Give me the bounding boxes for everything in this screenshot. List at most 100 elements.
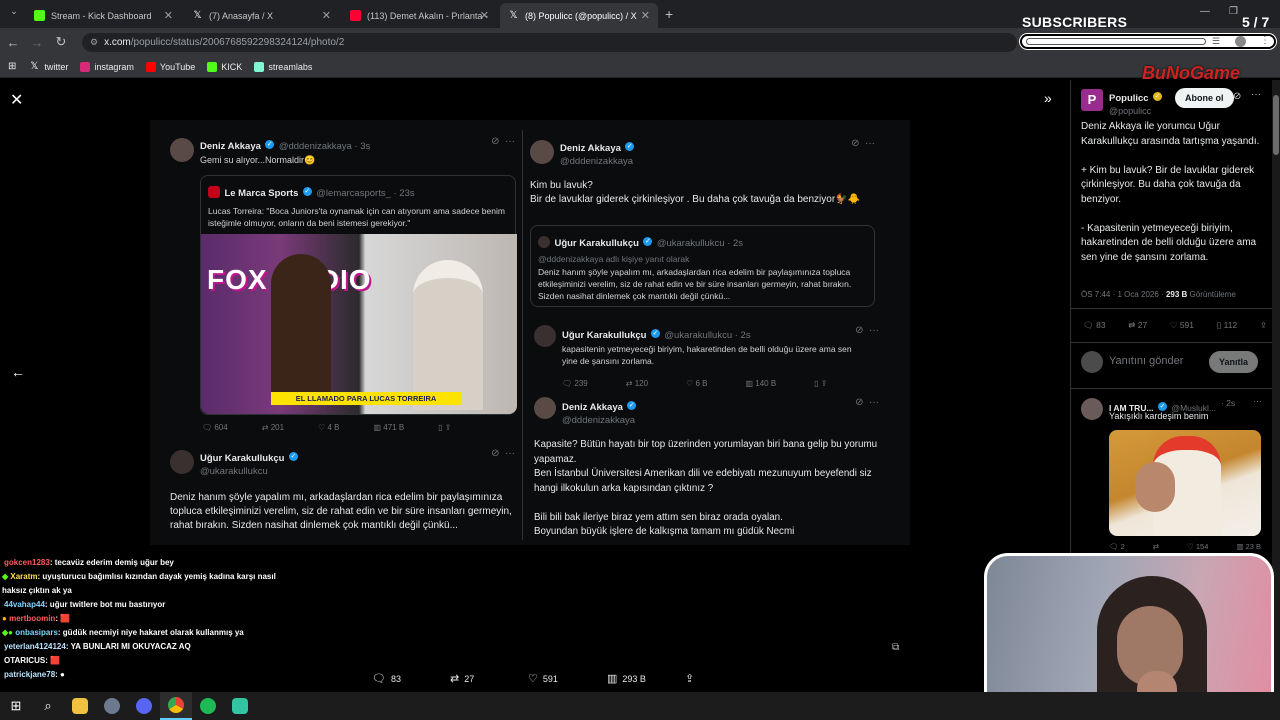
previous-photo-icon[interactable]: ← xyxy=(11,364,25,380)
expand-panel-icon[interactable]: » xyxy=(1044,90,1052,106)
like-button[interactable]: ♡ 591 xyxy=(1170,320,1194,331)
bookmark-kick[interactable]: KICK xyxy=(207,61,242,72)
tweet-ugur-1: Uğur Karakullukçu ✓ @ukarakullukcu ⊘ ···… xyxy=(170,448,515,533)
reply-input[interactable]: Yanıtını gönder xyxy=(1109,355,1183,367)
repost-button[interactable]: ⇄ 27 xyxy=(450,672,474,685)
tweet-deniz-2: Deniz Akkaya ✓ @dddenizakkaya ⊘ ··· Kim … xyxy=(530,138,875,207)
close-tab-icon[interactable]: ✕ xyxy=(641,9,650,22)
close-tab-icon[interactable]: ✕ xyxy=(164,9,173,22)
view-count[interactable]: ▥ 23 B xyxy=(1236,542,1261,551)
tweet-screenshot-image: Deniz Akkaya ✓ @dddenizakkaya · 3s Gemi … xyxy=(150,120,910,545)
share-icon[interactable]: ⇪ xyxy=(1260,320,1267,331)
reply-count: 83 xyxy=(390,673,401,684)
column-divider xyxy=(522,130,523,540)
bookmark-twitter[interactable]: 𝕏twitter xyxy=(30,61,68,72)
author-name: Le Marca Sports xyxy=(224,188,299,199)
repost-count[interactable]: ⇄ xyxy=(1153,542,1159,551)
spotify-icon[interactable] xyxy=(192,692,224,720)
windows-start-icon[interactable]: ⊞ xyxy=(0,692,32,720)
reply-button[interactable]: 🗨 83 xyxy=(372,672,401,685)
apps-icon[interactable]: ⊞ xyxy=(8,61,16,72)
file-explorer-icon[interactable] xyxy=(64,692,96,720)
kick-icon xyxy=(34,10,45,21)
reply-media[interactable] xyxy=(1109,430,1261,536)
tab-youtube[interactable]: (113) Demet Akalın - Pırlanta - ✕ xyxy=(342,3,497,28)
bookmark-button[interactable]: ▯ 112 xyxy=(1217,320,1238,331)
divider xyxy=(1071,388,1273,389)
close-tab-icon[interactable]: ✕ xyxy=(322,9,331,22)
bookmark-instagram[interactable]: instagram xyxy=(80,61,134,72)
repost-count: 27 xyxy=(464,673,475,684)
app-icon[interactable] xyxy=(96,692,128,720)
repost-count: ⇄ 120 xyxy=(625,379,649,388)
author-handle: @lemarcasports_ · 23s xyxy=(316,188,415,199)
chrome-icon[interactable] xyxy=(160,692,192,720)
tab-kick-dashboard[interactable]: Stream - Kick Dashboard ✕ xyxy=(26,3,181,28)
more-icon[interactable]: ··· xyxy=(1253,396,1262,406)
reply-count[interactable]: 🗨 2 xyxy=(1109,542,1125,551)
author-handle: @populicc xyxy=(1109,106,1152,116)
menu-icon[interactable]: ⋮ xyxy=(1260,35,1270,46)
search-icon[interactable]: ⌕ xyxy=(32,692,64,720)
bookmark-icon: ▯ ⇪ xyxy=(814,379,828,388)
tweet-ugur-2: Uğur Karakullukçu ✓ @ukarakullukcu · 2s … xyxy=(534,325,879,388)
discord-icon[interactable] xyxy=(128,692,160,720)
avatar xyxy=(534,325,556,347)
author-handle: @ukarakullukcu xyxy=(200,466,268,477)
bookmarks-bar: ⊞ 𝕏twitter instagram YouTube KICK stream… xyxy=(0,56,1280,78)
maximize-icon[interactable]: ❐ xyxy=(1229,6,1238,17)
tab-search-icon[interactable]: ⌄ xyxy=(6,6,22,22)
author-block: Populicc ✓ @populicc xyxy=(1109,88,1163,116)
chat-text: : 🟥 xyxy=(45,656,61,665)
extensions-icon[interactable]: ☰ xyxy=(1212,36,1220,47)
reply-button[interactable]: 🗨 83 xyxy=(1083,320,1106,331)
profile-icon[interactable] xyxy=(1235,36,1246,47)
tab-x-home[interactable]: 𝕏 (7) Anasayfa / X ✕ xyxy=(184,3,339,28)
author-avatar[interactable]: P xyxy=(1081,89,1103,111)
follow-button[interactable]: Abone ol xyxy=(1175,88,1234,108)
reply-submit-button[interactable]: Yanıtla xyxy=(1209,351,1259,373)
close-icon[interactable]: ✕ xyxy=(10,90,23,110)
bookmark-youtube[interactable]: YouTube xyxy=(145,61,195,72)
more-icon: ⊘ ··· xyxy=(851,138,875,149)
repost-button[interactable]: ⇄ 27 xyxy=(1128,320,1147,331)
tab-label: Stream - Kick Dashboard xyxy=(51,10,152,21)
chat-user: mertboomin xyxy=(9,614,56,623)
reply-metrics: 🗨 2 ⇄ ♡ 154 ▥ 23 B xyxy=(1109,542,1261,551)
site-info-icon[interactable]: ⚙ xyxy=(90,37,98,48)
url-field[interactable]: ⚙ x.com/populicc/status/2006768592298324… xyxy=(82,33,1017,52)
x-icon: 𝕏 xyxy=(508,10,519,21)
streamlabs-icon[interactable] xyxy=(224,692,256,720)
marca-logo-icon xyxy=(208,185,220,198)
close-tab-icon[interactable]: ✕ xyxy=(480,9,489,22)
author-name: Deniz Akkaya xyxy=(562,402,623,413)
panel-metrics: 🗨 83 ⇄ 27 ♡ 591 ▯ 112 ⇪ xyxy=(1083,320,1267,331)
share-button[interactable]: ⇪ xyxy=(685,672,694,685)
alt-text-icon[interactable]: ⧉ xyxy=(892,642,899,653)
new-tab-button[interactable]: + xyxy=(665,6,673,22)
forward-icon[interactable]: → xyxy=(26,35,48,50)
divider xyxy=(1071,342,1273,343)
bookmark-streamlabs[interactable]: streamlabs xyxy=(254,61,313,72)
minimize-icon[interactable]: — xyxy=(1200,6,1210,17)
bookmark-label: streamlabs xyxy=(268,61,313,72)
views-button[interactable]: ▥ 293 B xyxy=(607,672,646,685)
more-icon[interactable]: ··· xyxy=(1251,89,1261,100)
tab-populicc[interactable]: 𝕏 (8) Populicc (@populicc) / X ✕ xyxy=(500,3,658,28)
verified-icon: ✓ xyxy=(288,452,298,462)
chat-message: ◆ Xaratm: uyuşturucu bağımlısı kızından … xyxy=(0,570,300,598)
like-count[interactable]: ♡ 154 xyxy=(1187,542,1208,551)
like-button[interactable]: ♡ 591 xyxy=(528,672,558,685)
author-name[interactable]: Populicc xyxy=(1109,93,1149,104)
back-icon[interactable]: ← xyxy=(2,35,24,50)
author-name: Uğur Karakullukçu xyxy=(554,238,639,249)
reply-avatar[interactable] xyxy=(1081,398,1103,420)
reload-icon[interactable]: ↻ xyxy=(50,34,72,50)
author-handle: @dddenizakkaya · 3s xyxy=(278,141,371,152)
tweet-text: Kapasite? Bütün hayatı bir top üzerinden… xyxy=(534,439,878,537)
scrollbar-thumb[interactable] xyxy=(1273,95,1279,155)
author-handle: @dddenizakkaya xyxy=(560,156,634,167)
chat-user: patrickjane78 xyxy=(4,670,56,679)
grok-icon[interactable]: ⊘ xyxy=(1233,91,1241,102)
stream-chat: gokcen1283: tecavüz ederim demiş uğur be… xyxy=(0,556,300,682)
